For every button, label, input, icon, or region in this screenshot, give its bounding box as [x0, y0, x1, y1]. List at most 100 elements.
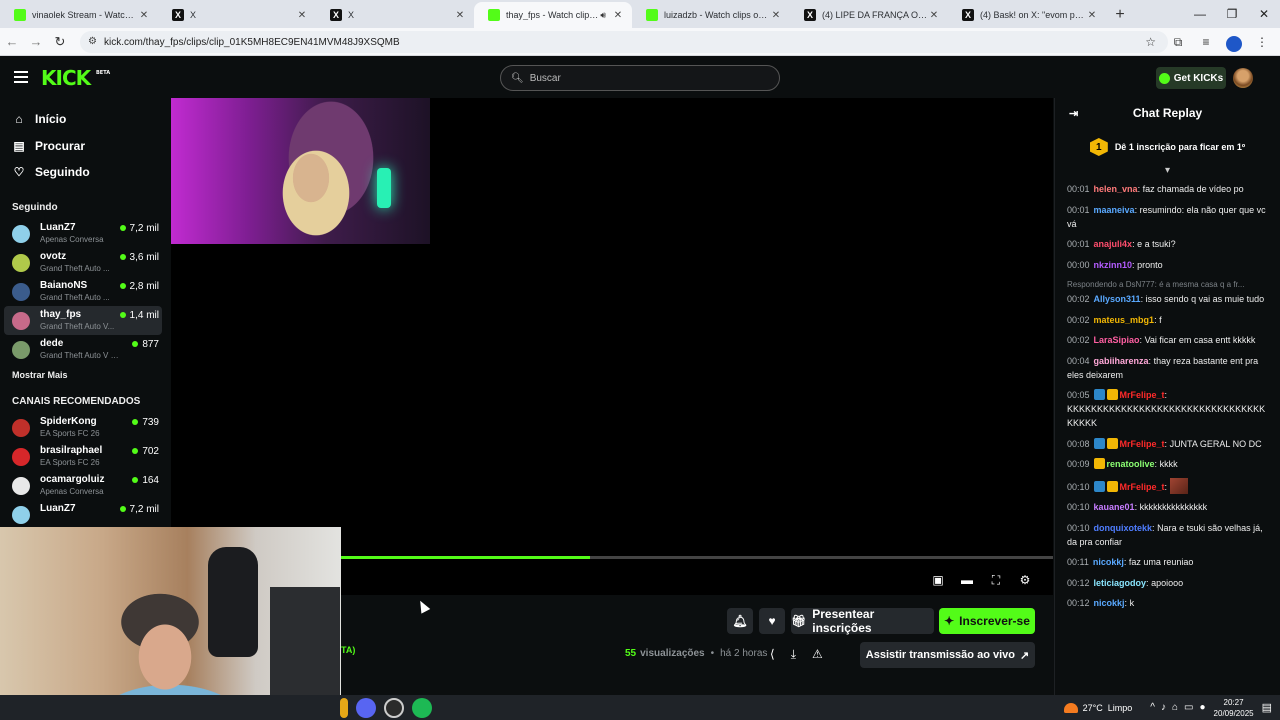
channel-item[interactable]: ocamargoluiz Apenas Conversa 164 — [4, 471, 162, 500]
microphone-icon[interactable]: ● — [1200, 702, 1206, 713]
audio-playing-icon[interactable]: 🔊︎ — [600, 10, 606, 21]
site-info-icon[interactable]: ⚙ — [88, 36, 97, 47]
video-player[interactable] — [171, 98, 1053, 595]
back-icon[interactable]: ← — [0, 30, 24, 54]
close-tab-icon[interactable]: ✕ — [138, 10, 150, 21]
chat-message[interactable]: Respondendo a DsN777: é a mesma casa q a… — [1067, 278, 1268, 306]
url-field[interactable]: ⚙ kick.com/thay_fps/clips/clip_01K5MH8EC… — [80, 31, 1168, 53]
browser-tab[interactable]: X (4) LIPE DA FRANÇA OFC on✕ — [790, 2, 948, 28]
chat-username[interactable]: maaneiva — [1094, 205, 1135, 215]
reading-list-icon[interactable]: ≡ — [1194, 30, 1218, 54]
clock[interactable]: 20:27 20/09/2025 — [1214, 697, 1254, 719]
chat-message[interactable]: 00:00 nkzinn10: pronto — [1067, 258, 1268, 272]
channel-item[interactable]: dede Grand Theft Auto V (G... 877 — [4, 335, 162, 364]
watch-live-button[interactable]: Assistir transmissão ao vivo ↗ — [860, 642, 1035, 668]
chat-message[interactable]: 00:02 mateus_mbg1: f — [1067, 313, 1268, 327]
report-icon[interactable]: ⚠ — [812, 647, 823, 662]
chat-username[interactable]: helen_vna — [1094, 184, 1138, 194]
browser-tab[interactable]: X (4) Bask! on X: "evom pra krl ht✕ — [948, 2, 1106, 28]
browser-tab[interactable]: X X ✕ — [158, 2, 316, 28]
notification-bell-button[interactable]: 🔔︎ — [727, 608, 753, 634]
channel-item[interactable]: BaianoNS Grand Theft Auto ... 2,8 mil — [4, 277, 162, 306]
gift-subs-button[interactable]: 🎁︎ Presentear inscrições — [791, 607, 934, 635]
chat-username[interactable]: nicokkj — [1094, 598, 1125, 608]
kick-logo[interactable]: KICK BETA — [41, 66, 110, 90]
subscribe-button[interactable]: ✦ Inscrever-se — [939, 608, 1035, 634]
chat-username[interactable]: MrFelipe_t — [1120, 390, 1165, 400]
close-tab-icon[interactable]: ✕ — [612, 10, 624, 21]
chat-message[interactable]: 00:09 renatoolive: kkkk — [1067, 457, 1268, 471]
chat-username[interactable]: nkzinn10 — [1094, 260, 1133, 270]
share-icon[interactable]: ⟨ — [770, 647, 775, 662]
pin-expand-icon[interactable]: ▾ — [1055, 166, 1280, 178]
close-tab-icon[interactable]: ✕ — [770, 10, 782, 21]
chat-message[interactable]: 00:12 nicokkj: k — [1067, 596, 1268, 610]
close-tab-icon[interactable]: ✕ — [928, 10, 940, 21]
chevron-up-icon[interactable]: ^ — [1150, 702, 1155, 713]
sidebar-nav-item[interactable]: ▤ Procurar — [0, 133, 170, 160]
forward-icon[interactable]: → — [24, 30, 48, 54]
chat-username[interactable]: Allyson311 — [1094, 294, 1141, 304]
show-more-link[interactable]: Mostrar Mais — [0, 370, 170, 380]
notifications-icon[interactable]: ▤ — [1262, 701, 1272, 714]
fullscreen-icon[interactable]: ⛶ — [988, 572, 1004, 588]
close-tab-icon[interactable]: ✕ — [296, 10, 308, 21]
browser-tab[interactable]: vinaolek Stream - Watch Live o✕ — [0, 2, 158, 28]
miniplayer-icon[interactable]: ▣ — [930, 572, 946, 588]
chat-username[interactable]: leticiagodoy — [1094, 578, 1147, 588]
channel-item[interactable]: ovotz Grand Theft Auto ... 3,6 mil — [4, 248, 162, 277]
close-tab-icon[interactable]: ✕ — [454, 10, 466, 21]
chat-message[interactable]: 00:08 MrFelipe_t: JUNTA GERAL NO DC — [1067, 437, 1268, 451]
profile-icon[interactable] — [1222, 30, 1246, 54]
channel-item[interactable]: thay_fps Grand Theft Auto V... 1,4 mil — [4, 305, 162, 335]
chat-message[interactable]: 00:05 MrFelipe_t: KKKKKKKKKKKKKKKKKKKKKKK… — [1067, 388, 1268, 430]
chat-message[interactable]: 00:04 gabiiharenza: thay reza bastante en… — [1067, 354, 1268, 382]
chat-message[interactable]: 00:10 MrFelipe_t: — [1067, 477, 1268, 494]
new-tab-button[interactable]: + — [1106, 2, 1134, 28]
chat-username[interactable]: LaraSipiao — [1094, 335, 1140, 345]
chat-message[interactable]: 00:01 maaneiva: resumindo: ela não quer q… — [1067, 203, 1268, 231]
chat-message[interactable]: 00:01 helen_vna: faz chamada de vídeo po — [1067, 182, 1268, 196]
bookmark-star-icon[interactable]: ☆ — [1145, 35, 1156, 49]
get-kicks-button[interactable]: Get KICKs — [1156, 67, 1226, 89]
settings-icon[interactable]: ⚙ — [1017, 572, 1033, 588]
pinned-goal[interactable]: 1 Dê 1 inscrição para ficar em 1º — [1055, 128, 1280, 166]
search-input[interactable] — [529, 72, 760, 84]
browser-tab[interactable]: X X ✕ — [316, 2, 474, 28]
chat-message[interactable]: 00:11 nicokkj: faz uma reuniao — [1067, 555, 1268, 569]
extensions-icon[interactable]: ⧉ — [1166, 30, 1190, 54]
app-obs-icon[interactable] — [384, 698, 404, 718]
sidebar-nav-item[interactable]: ⌂ Início — [0, 106, 170, 133]
chat-username[interactable]: nicokkj — [1093, 557, 1124, 567]
chat-message[interactable]: 00:12 leticiagodoy: apoiooo — [1067, 576, 1268, 590]
speaker-icon[interactable]: ♪ — [1161, 702, 1166, 713]
menu-kebab-icon[interactable]: ⋮ — [1250, 30, 1274, 54]
chat-message[interactable]: 00:01 anajuli4x: e a tsuki? — [1067, 237, 1268, 251]
follow-heart-button[interactable]: ♥ — [759, 608, 785, 634]
search-box[interactable]: 🔍︎ — [500, 65, 780, 91]
chat-username[interactable]: mateus_mbg1 — [1094, 315, 1155, 325]
chat-username[interactable]: MrFelipe_t — [1120, 482, 1165, 492]
channel-item[interactable]: brasilraphael EA Sports FC 26 702 — [4, 442, 162, 471]
chat-message[interactable]: 00:02 LaraSipiao: Vai ficar em casa entt … — [1067, 333, 1268, 347]
channel-item[interactable]: SpiderKong EA Sports FC 26 739 — [4, 413, 162, 442]
close-tab-icon[interactable]: ✕ — [1086, 10, 1098, 21]
chat-username[interactable]: kauane01 — [1094, 502, 1135, 512]
chat-message[interactable]: 00:10 donquixotekk: Nara e tsuki são velh… — [1067, 521, 1268, 549]
app-discord-icon[interactable] — [356, 698, 376, 718]
sidebar-nav-item[interactable]: ♡ Seguindo — [0, 159, 170, 186]
chat-message[interactable]: 00:10 kauane01: kkkkkkkkkkkkkkk — [1067, 500, 1268, 514]
restore-icon[interactable]: ❐ — [1216, 0, 1248, 28]
minimize-icon[interactable]: — — [1184, 0, 1216, 28]
channel-item[interactable]: LuanZ7 7,2 mil — [4, 500, 162, 529]
app-spotify-icon[interactable] — [412, 698, 432, 718]
browser-tab[interactable]: luizadzb - Watch clips on Kick✕ — [632, 2, 790, 28]
chat-username[interactable]: anajuli4x — [1094, 239, 1133, 249]
user-avatar[interactable] — [1233, 68, 1253, 88]
menu-hamburger-icon[interactable] — [14, 71, 28, 83]
collapse-chat-icon[interactable]: ⇥ — [1069, 107, 1078, 120]
reload-icon[interactable]: ↻ — [48, 30, 72, 54]
channel-item[interactable]: LuanZ7 Apenas Conversa 7,2 mil — [4, 219, 162, 248]
app-folder-icon[interactable] — [340, 698, 348, 718]
theater-mode-icon[interactable]: ▬ — [959, 572, 975, 588]
